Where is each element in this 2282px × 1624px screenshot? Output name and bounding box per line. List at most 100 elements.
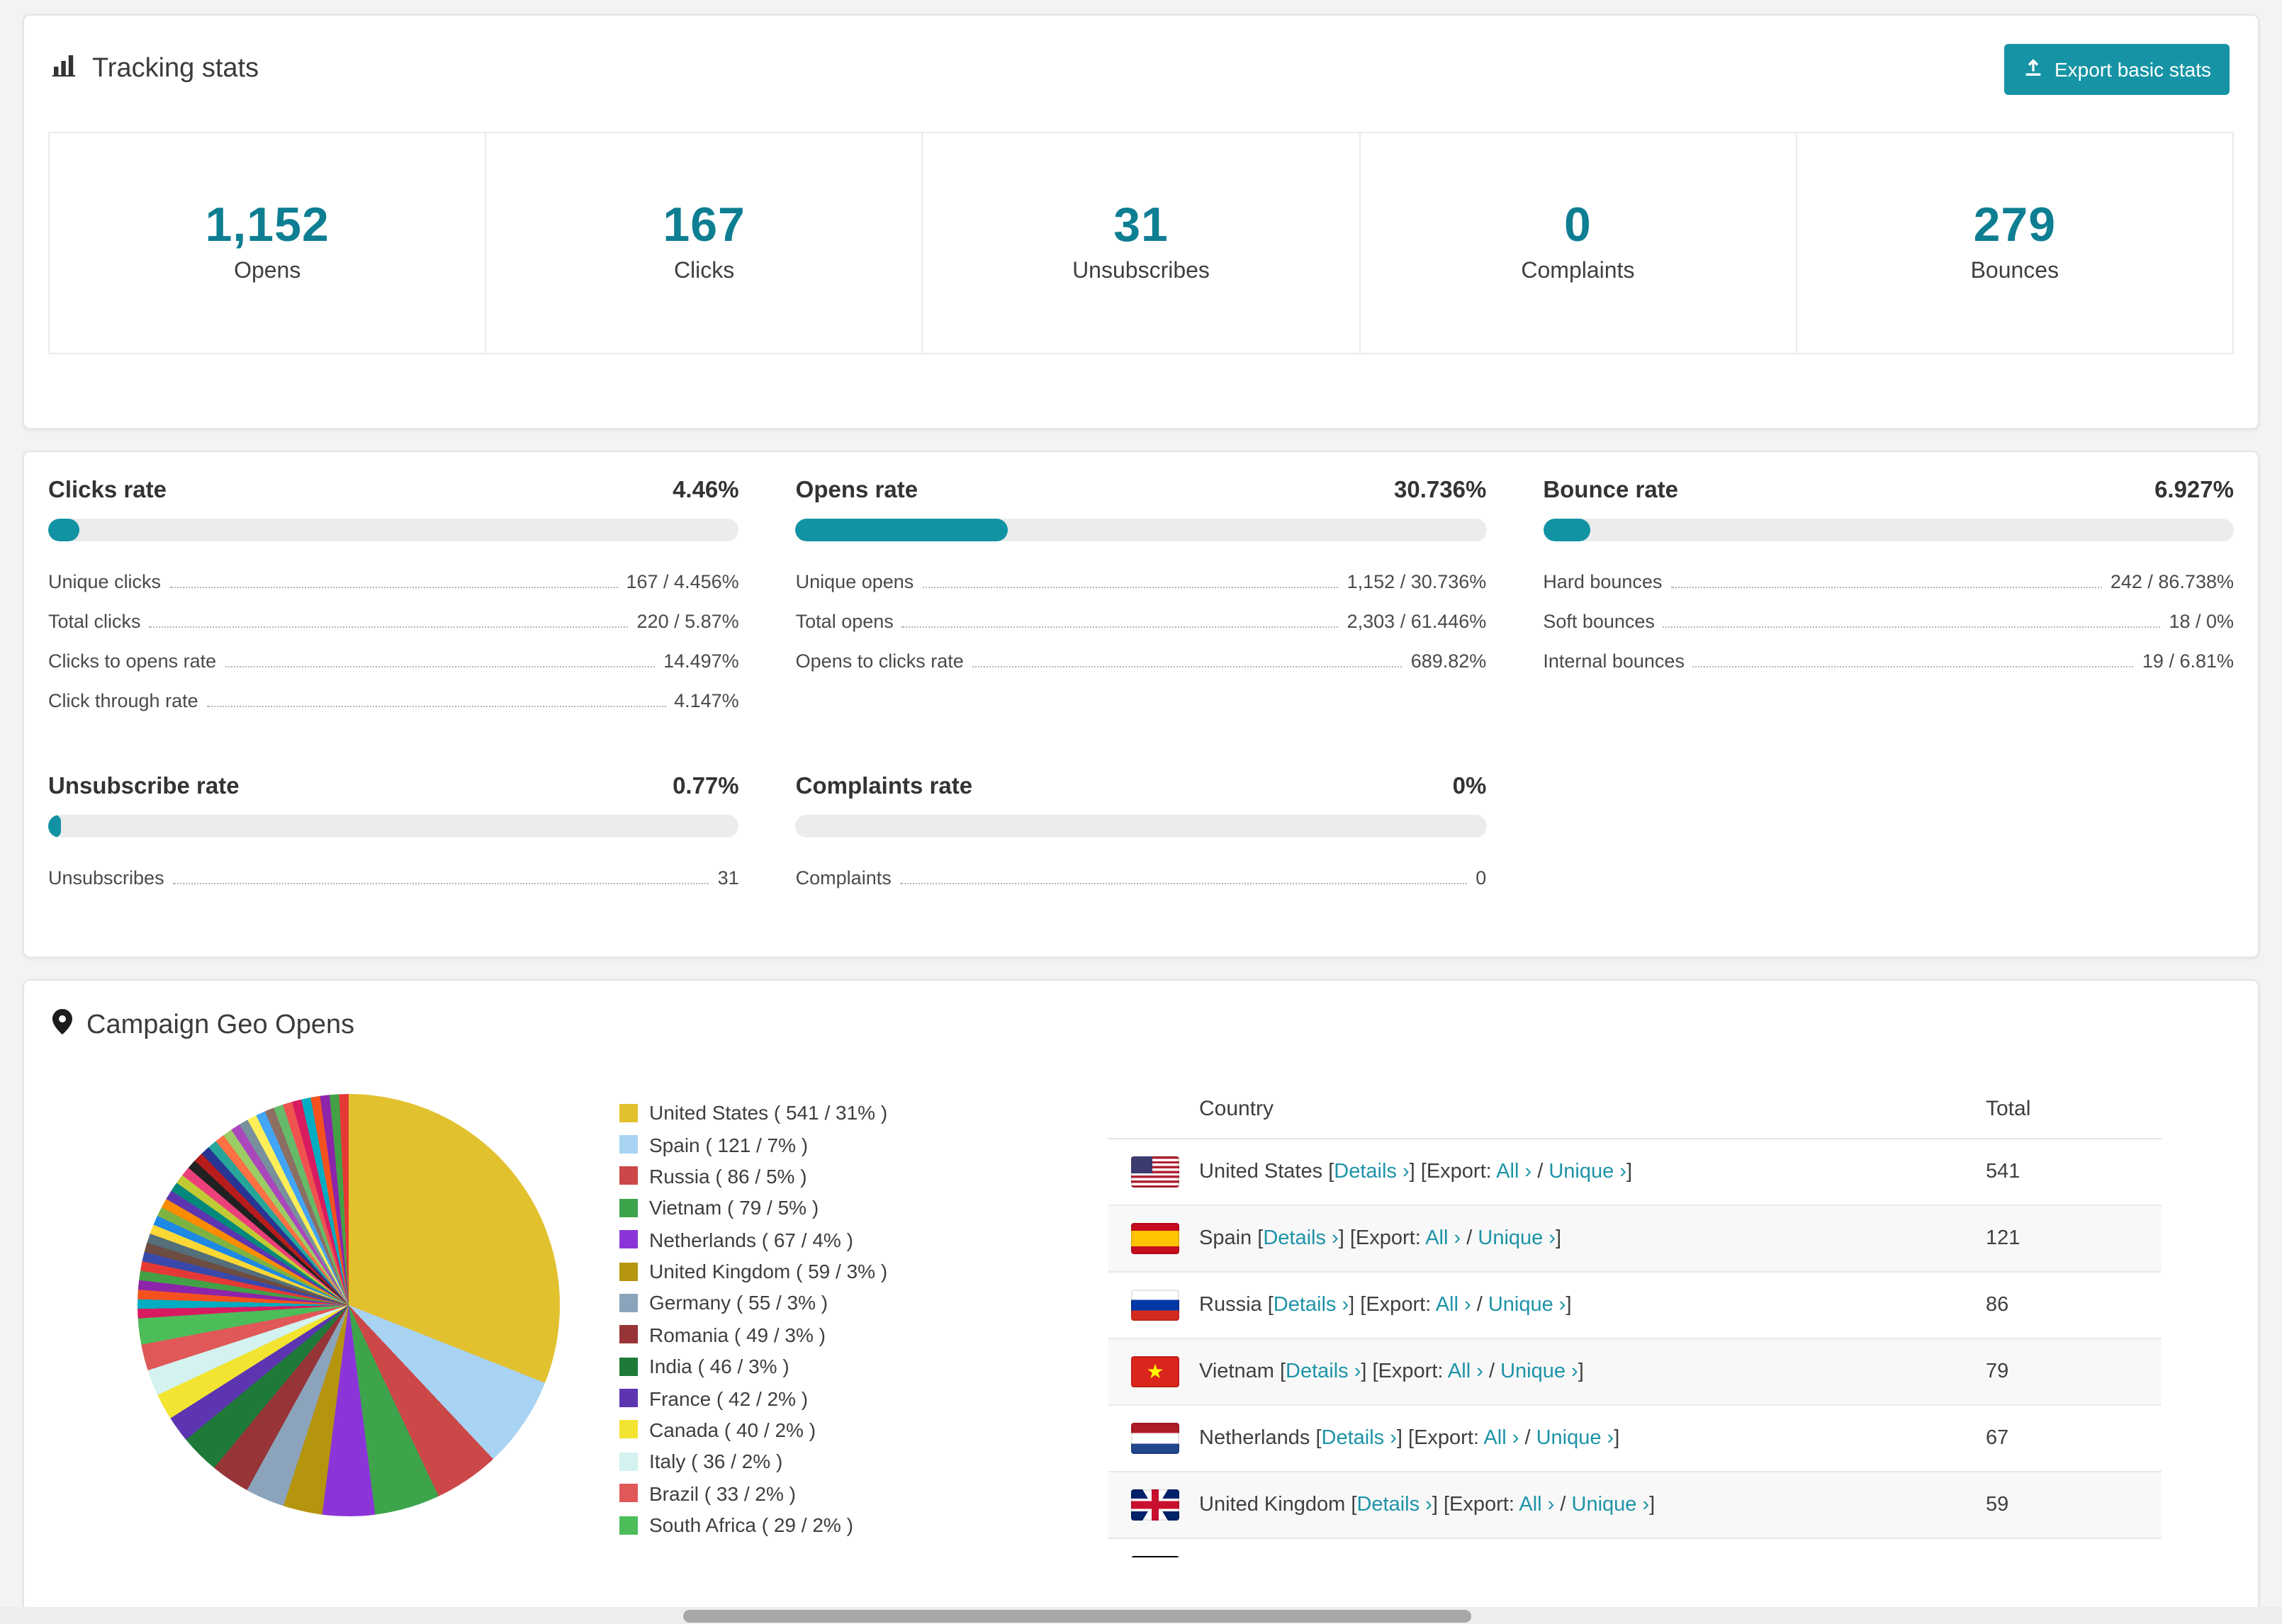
rate-detail-rows: Hard bounces 242 / 86.738% Soft bounces …	[1543, 561, 2234, 680]
rate-head: Unsubscribe rate 0.77%	[48, 774, 739, 801]
tracking-stats-header: Tracking stats Export basic stats	[24, 16, 2258, 123]
country-total: 67	[1986, 1427, 2009, 1450]
rate-detail-label: Soft bounces	[1543, 610, 1655, 631]
country-total: 121	[1986, 1227, 2020, 1250]
export-unique-link[interactable]: Unique ›	[1548, 1161, 1626, 1183]
rate-progress-bar	[795, 815, 1487, 838]
legend-swatch	[619, 1420, 638, 1439]
rate-detail-rows: Unsubscribes 31	[48, 857, 739, 897]
legend-label: Netherlands ( 67 / 4% )	[649, 1228, 853, 1251]
rate-detail-row: Unique clicks 167 / 4.456%	[48, 561, 739, 601]
dotted-leader	[169, 586, 618, 587]
legend-item: Spain ( 121 / 7% )	[619, 1129, 1108, 1161]
legend-item: Netherlands ( 67 / 4% )	[619, 1224, 1108, 1256]
country-total: 79	[1986, 1360, 2009, 1383]
slash: /	[1524, 1427, 1531, 1450]
details-link[interactable]: Details ›	[1274, 1294, 1349, 1316]
details-link[interactable]: Details ›	[1263, 1227, 1338, 1250]
legend-item: Canada ( 40 / 2% )	[619, 1414, 1108, 1446]
export-all-link[interactable]: All ›	[1436, 1294, 1471, 1316]
export-unique-link[interactable]: Unique ›	[1572, 1494, 1650, 1516]
rate-detail-row: Clicks to opens rate 14.497%	[48, 641, 739, 680]
rate-detail-row: Hard bounces 242 / 86.738%	[1543, 561, 2234, 601]
legend-label: Brazil ( 33 / 2% )	[649, 1482, 796, 1505]
slash: /	[1560, 1494, 1566, 1516]
country-name: Vietnam	[1199, 1360, 1274, 1383]
export-all-link[interactable]: All ›	[1448, 1360, 1483, 1383]
country-flag	[1131, 1156, 1179, 1188]
rate-detail-label: Click through rate	[48, 689, 198, 711]
country-total: 59	[1986, 1494, 2009, 1516]
stat-label: Bounces	[1970, 259, 2059, 283]
legend-swatch	[619, 1230, 638, 1249]
rate-percent: 6.927%	[2154, 478, 2234, 503]
details-link[interactable]: Details ›	[1334, 1161, 1409, 1183]
slash: /	[1537, 1161, 1544, 1183]
rate-detail-value: 167 / 4.456%	[626, 570, 739, 592]
legend-label: United Kingdom ( 59 / 3% )	[649, 1260, 888, 1283]
geo-table: Country Total United States [Details ›] …	[1108, 1080, 2162, 1557]
rate-detail-row: Soft bounces 18 / 0%	[1543, 601, 2234, 641]
stat-box: 1,152 Opens	[48, 132, 487, 354]
rate-percent: 4.46%	[673, 478, 739, 503]
bracket: ]	[1578, 1360, 1584, 1383]
export-unique-link[interactable]: Unique ›	[1500, 1360, 1578, 1383]
legend-swatch	[619, 1198, 638, 1217]
rate-title: Complaints rate	[795, 774, 973, 799]
export-basic-stats-button[interactable]: Export basic stats	[2003, 44, 2230, 95]
bracket: ]	[1361, 1360, 1367, 1383]
export-all-link[interactable]: All ›	[1519, 1494, 1554, 1516]
rate-head: Clicks rate 4.46%	[48, 478, 739, 504]
rate-detail-value: 14.497%	[663, 650, 739, 671]
export-all-link[interactable]: All ›	[1483, 1427, 1519, 1450]
stat-label: Opens	[234, 259, 301, 283]
dotted-leader	[901, 626, 1339, 627]
details-link[interactable]: Details ›	[1322, 1427, 1397, 1450]
horizontal-scrollbar-thumb[interactable]	[683, 1609, 1471, 1622]
legend-swatch	[619, 1103, 638, 1122]
dotted-leader	[149, 626, 629, 627]
stat-value: 31	[1113, 198, 1169, 252]
export-unique-link[interactable]: Unique ›	[1478, 1227, 1556, 1250]
geo-table-row: Netherlands [Details ›] [Export: All › /…	[1108, 1406, 2162, 1472]
legend-item: United States ( 541 / 31% )	[619, 1097, 1108, 1129]
rate-detail-rows: Unique opens 1,152 / 30.736% Total opens…	[796, 561, 1487, 680]
country-flag	[1131, 1223, 1179, 1254]
country-flag	[1131, 1356, 1179, 1387]
slash: /	[1488, 1360, 1495, 1383]
rate-detail-value: 220 / 5.87%	[636, 610, 739, 631]
total-column-header: Total	[1986, 1097, 2031, 1121]
rate-progress-fill	[795, 519, 1008, 541]
export-all-link[interactable]: All ›	[1496, 1161, 1531, 1183]
dotted-leader	[899, 882, 1468, 884]
dotted-leader	[972, 665, 1403, 667]
rate-head: Opens rate 30.736%	[796, 478, 1487, 504]
rate-title: Clicks rate	[48, 478, 167, 503]
export-unique-link[interactable]: Unique ›	[1536, 1427, 1614, 1450]
rate-head: Bounce rate 6.927%	[1543, 478, 2234, 504]
rate-progress-fill	[48, 519, 79, 541]
bracket: ]	[1338, 1227, 1344, 1250]
tracking-stats-title-text: Tracking stats	[92, 54, 259, 84]
details-link[interactable]: Details ›	[1356, 1494, 1432, 1516]
export-all-link[interactable]: All ›	[1425, 1227, 1461, 1250]
geo-pie-wrap	[52, 1071, 619, 1557]
map-pin-icon	[52, 1009, 72, 1043]
details-link[interactable]: Details ›	[1286, 1360, 1361, 1383]
country-cell: United Kingdom [Details ›] [Export: All …	[1199, 1494, 1986, 1516]
rate-progress-fill	[48, 815, 61, 838]
stat-label: Complaints	[1521, 259, 1635, 283]
geo-table-row: Russia [Details ›] [Export: All › / Uniq…	[1108, 1273, 2162, 1339]
rate-progress-fill	[1543, 519, 1591, 541]
export-icon	[2022, 57, 2043, 82]
geo-header: Campaign Geo Opens	[24, 981, 2258, 1071]
geo-table-row: Vietnam [Details ›] [Export: All › / Uni…	[1108, 1339, 2162, 1406]
bracket: ]	[1409, 1161, 1415, 1183]
export-unique-link[interactable]: Unique ›	[1488, 1294, 1566, 1316]
stat-boxes-row: 1,152 Opens 167 Clicks 31 Unsubscribes 0…	[48, 132, 2235, 354]
rate-detail-value: 18 / 0%	[2169, 610, 2234, 631]
country-name: United Kingdom	[1199, 1494, 1346, 1516]
rate-detail-label: Hard bounces	[1543, 570, 1663, 592]
legend-item: Russia ( 86 / 5% )	[619, 1161, 1108, 1192]
stat-label: Unsubscribes	[1072, 259, 1210, 283]
